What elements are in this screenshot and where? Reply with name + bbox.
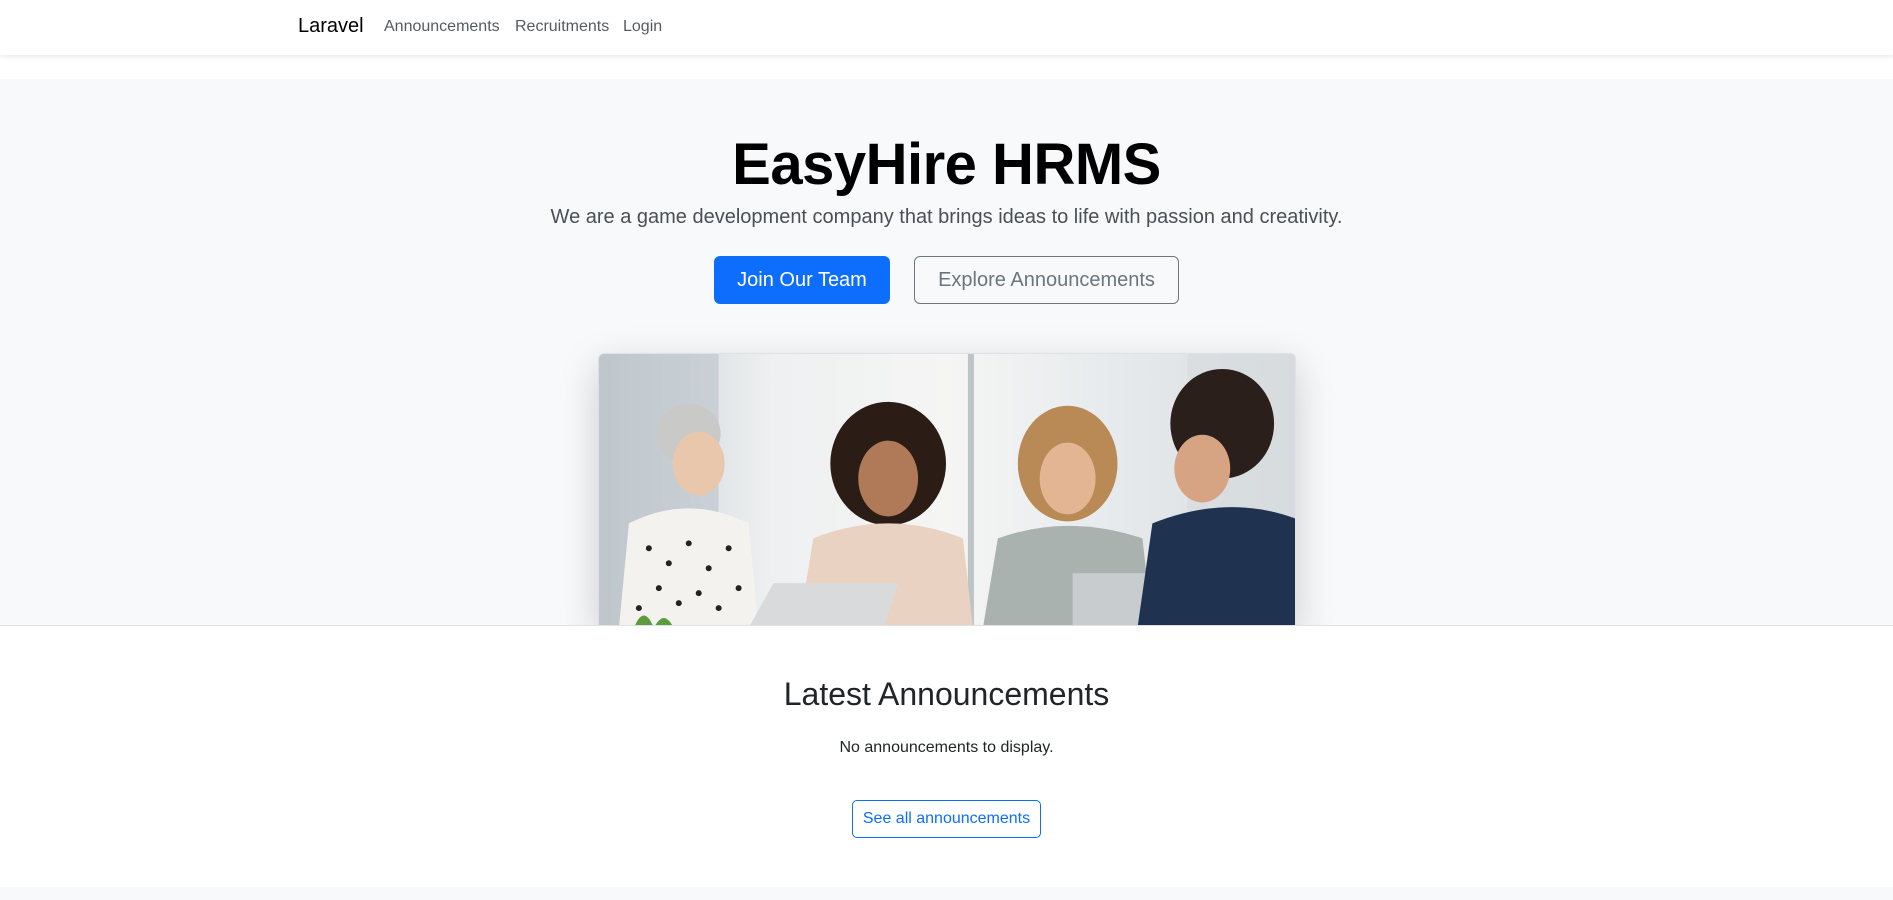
explore-announcements-button[interactable]: Explore Announcements: [914, 256, 1179, 304]
top-navbar: Laravel Announcements Recruitments Login: [0, 0, 1893, 55]
nav-link-recruitments[interactable]: Recruitments: [515, 18, 609, 36]
navbar-brand[interactable]: Laravel: [298, 15, 364, 38]
announcements-title: Latest Announcements: [783, 676, 1110, 712]
nav-link-login[interactable]: Login: [623, 18, 662, 36]
footer-strip: [0, 887, 1893, 900]
hero-team-photo: [598, 353, 1296, 625]
join-our-team-button[interactable]: Join Our Team: [714, 256, 890, 304]
hero-title: EasyHire HRMS: [732, 132, 1161, 197]
nav-link-announcements[interactable]: Announcements: [384, 18, 500, 36]
hero-section: EasyHire HRMS We are a game development …: [0, 79, 1893, 626]
no-announcements-text: No announcements to display.: [839, 739, 1054, 756]
hero-lead: We are a game development company that b…: [550, 206, 1343, 228]
see-all-announcements-button[interactable]: See all announcements: [852, 800, 1041, 838]
